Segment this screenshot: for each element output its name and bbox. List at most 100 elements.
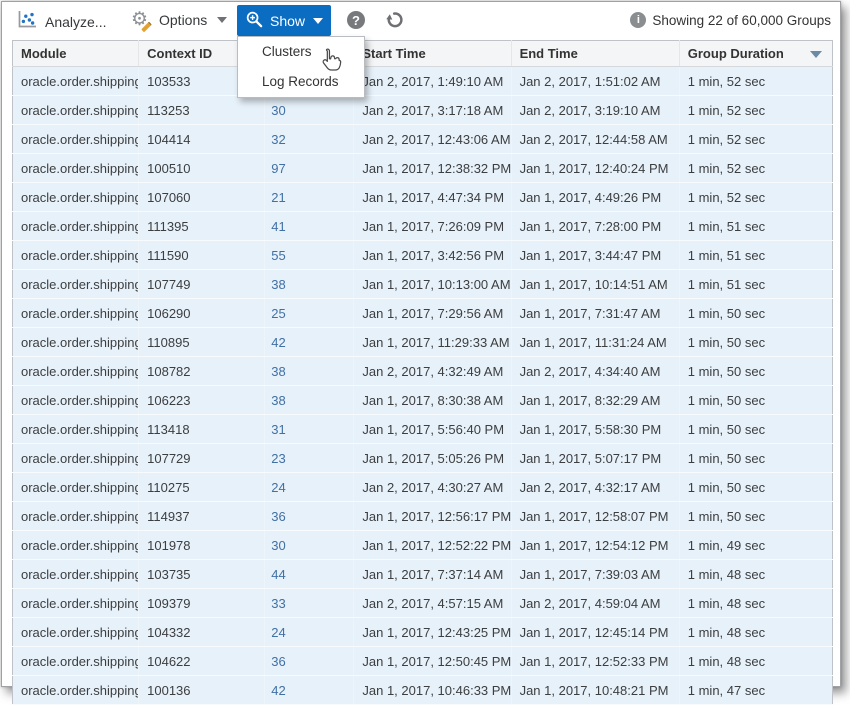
cell-duration: 1 min, 51 sec [679,270,832,299]
cell-log-records[interactable]: 97 [265,154,354,183]
cell-context-id: 107749 [139,270,265,299]
cell-module: oracle.order.shipping [13,270,139,299]
cell-duration: 1 min, 51 sec [679,212,832,241]
cell-log-records[interactable]: 36 [265,502,354,531]
show-button[interactable]: Show [237,5,331,36]
table-row[interactable]: oracle.order.shipping103533Jan 2, 2017, … [13,67,833,96]
table-row[interactable]: oracle.order.shipping10706021Jan 1, 2017… [13,183,833,212]
cell-context-id: 111590 [139,241,265,270]
cell-end-time: Jan 1, 2017, 3:44:47 PM [511,241,679,270]
cell-duration: 1 min, 50 sec [679,444,832,473]
cell-end-time: Jan 2, 2017, 4:59:04 AM [511,589,679,618]
cell-context-id: 106223 [139,386,265,415]
table-row[interactable]: oracle.order.shipping10629025 Jan 1, 2017… [13,299,833,328]
column-header-end-time[interactable]: End Time [511,41,679,67]
table-row[interactable]: oracle.order.shipping10051097Jan 1, 2017… [13,154,833,183]
table-row[interactable]: oracle.order.shipping10462236Jan 1, 2017… [13,647,833,676]
cell-log-records[interactable]: 55 [265,241,354,270]
cell-duration: 1 min, 52 sec [679,183,832,212]
cell-log-records[interactable]: 38 [265,386,354,415]
table-row[interactable]: oracle.order.shipping11325330Jan 2, 2017… [13,96,833,125]
cell-log-records[interactable]: 44 [265,560,354,589]
analyze-button[interactable]: Analyze... [16,10,106,33]
table-row[interactable]: oracle.order.shipping10433224Jan 1, 2017… [13,618,833,647]
cell-log-records[interactable]: 42 [265,676,354,705]
table-row[interactable]: oracle.order.shipping10622338Jan 1, 2017… [13,386,833,415]
cell-log-records[interactable]: 36 [265,647,354,676]
info-icon[interactable]: i [630,12,646,28]
cell-log-records[interactable]: 21 [265,183,354,212]
help-button[interactable]: ? [347,11,365,29]
menu-item-clusters[interactable]: Clusters [238,37,364,67]
table-row[interactable]: oracle.order.shipping11027524Jan 2, 2017… [13,473,833,502]
menu-item-log-records[interactable]: Log Records [238,67,364,97]
cell-start-time: Jan 1, 2017, 10:13:00 AM [354,270,511,299]
cell-log-records[interactable]: 41 [265,212,354,241]
cell-context-id: 104622 [139,647,265,676]
cell-module: oracle.order.shipping [13,531,139,560]
cell-context-id: 101978 [139,531,265,560]
cell-duration: 1 min, 51 sec [679,241,832,270]
column-header-module[interactable]: Module [13,41,139,67]
cell-context-id: 106290 [139,299,265,328]
cell-module: oracle.order.shipping [13,502,139,531]
cell-end-time: Jan 1, 2017, 10:14:51 AM [511,270,679,299]
refresh-button[interactable] [384,10,404,33]
cell-duration: 1 min, 50 sec [679,502,832,531]
cell-log-records[interactable]: 31 [265,415,354,444]
cell-log-records[interactable]: 30 [265,96,354,125]
cell-context-id: 111395 [139,212,265,241]
table-header: Module Context ID Start Time End Time Gr… [13,41,833,67]
cell-log-records[interactable]: 30 [265,531,354,560]
cell-start-time: Jan 1, 2017, 12:43:25 PM [354,618,511,647]
cell-context-id: 113418 [139,415,265,444]
cell-log-records[interactable]: 33 [265,589,354,618]
table-row[interactable]: oracle.order.shipping11493736Jan 1, 2017… [13,502,833,531]
cell-log-records[interactable]: 38 [265,270,354,299]
cell-end-time: Jan 2, 2017, 4:34:40 AM [511,357,679,386]
cell-module: oracle.order.shipping [13,415,139,444]
table-row[interactable]: oracle.order.shipping10013642Jan 1, 2017… [13,676,833,705]
sort-descending-icon[interactable] [810,51,822,58]
table-row[interactable]: oracle.order.shipping11139541Jan 1, 2017… [13,212,833,241]
cell-end-time: Jan 1, 2017, 12:45:14 PM [511,618,679,647]
cell-log-records[interactable]: 24 [265,473,354,502]
cell-end-time: Jan 1, 2017, 7:31:47 AM [511,299,679,328]
cell-duration: 1 min, 52 sec [679,96,832,125]
table-row[interactable]: oracle.order.shipping10197830Jan 1, 2017… [13,531,833,560]
table-row[interactable]: oracle.order.shipping10774938Jan 1, 2017… [13,270,833,299]
cell-log-records[interactable]: 38 [265,357,354,386]
table-row[interactable]: oracle.order.shipping10772923Jan 1, 2017… [13,444,833,473]
cell-start-time: Jan 1, 2017, 12:56:17 PM [354,502,511,531]
cell-module: oracle.order.shipping [13,299,139,328]
cell-log-records[interactable]: 32 [265,125,354,154]
cell-log-records[interactable]: 24 [265,618,354,647]
column-header-start-time[interactable]: Start Time [354,41,511,67]
table-row[interactable]: oracle.order.shipping11089542Jan 1, 2017… [13,328,833,357]
cell-end-time: Jan 1, 2017, 10:48:21 PM [511,676,679,705]
table-row[interactable]: oracle.order.shipping10878238Jan 2, 2017… [13,357,833,386]
table-row[interactable]: oracle.order.shipping11159055Jan 1, 2017… [13,241,833,270]
cell-module: oracle.order.shipping [13,96,139,125]
column-header-group-duration[interactable]: Group Duration [679,41,832,67]
cell-log-records[interactable]: 23 [265,444,354,473]
cell-context-id: 103735 [139,560,265,589]
options-button[interactable]: ⚙ Options [131,10,227,30]
cell-module: oracle.order.shipping [13,125,139,154]
cell-log-records[interactable]: 25 [265,299,354,328]
cell-context-id: 108782 [139,357,265,386]
cell-duration: 1 min, 52 sec [679,125,832,154]
cell-start-time: Jan 1, 2017, 10:46:33 PM [354,676,511,705]
table-row[interactable]: oracle.order.shipping11341831Jan 1, 2017… [13,415,833,444]
cell-duration: 1 min, 49 sec [679,531,832,560]
table-row[interactable]: oracle.order.shipping10937933Jan 2, 2017… [13,589,833,618]
cell-start-time: Jan 2, 2017, 4:30:27 AM [354,473,511,502]
cell-end-time: Jan 1, 2017, 7:39:03 AM [511,560,679,589]
chevron-down-icon [313,18,323,24]
table-row[interactable]: oracle.order.shipping10441432Jan 2, 2017… [13,125,833,154]
cell-end-time: Jan 1, 2017, 4:49:26 PM [511,183,679,212]
cell-context-id: 107060 [139,183,265,212]
cell-duration: 1 min, 48 sec [679,618,832,647]
cell-log-records[interactable]: 42 [265,328,354,357]
table-row[interactable]: oracle.order.shipping10373544Jan 1, 2017… [13,560,833,589]
